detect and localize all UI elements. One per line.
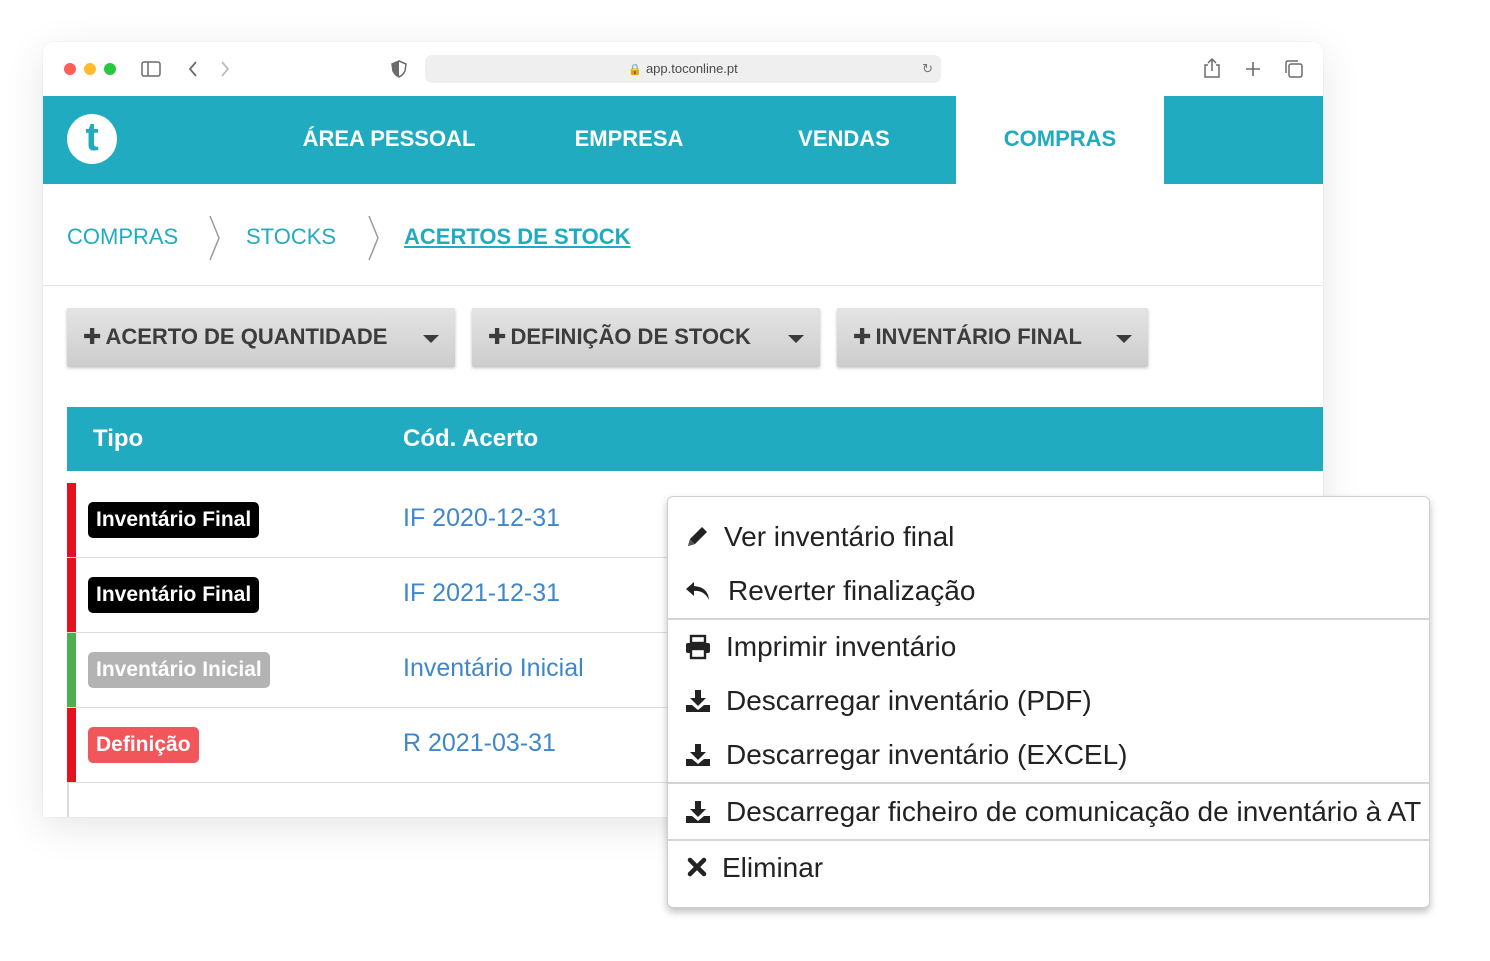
zoom-window-button[interactable] bbox=[104, 63, 116, 75]
menu-item-label: Imprimir inventário bbox=[726, 631, 957, 662]
column-header-tipo[interactable]: Tipo bbox=[93, 407, 143, 471]
browser-toolbar: 🔒 app.toconline.pt ↻ bbox=[43, 42, 1323, 96]
url-text: app.toconline.pt bbox=[645, 61, 738, 76]
new-tab-icon[interactable] bbox=[1244, 60, 1262, 78]
nav-vendas[interactable]: VENDAS bbox=[769, 96, 919, 184]
type-badge: Inventário Inicial bbox=[88, 652, 270, 688]
breadcrumb-separator-icon bbox=[209, 215, 220, 261]
menu-item-descarregar-pdf[interactable]: Descarregar inventário (PDF) bbox=[668, 675, 1429, 725]
status-bar bbox=[67, 633, 76, 707]
type-badge: Inventário Final bbox=[88, 502, 260, 538]
breadcrumb-separator-icon bbox=[368, 215, 379, 261]
breadcrumb-stocks[interactable]: STOCKS bbox=[246, 224, 336, 250]
caret-down-icon[interactable] bbox=[788, 335, 804, 343]
menu-item-imprimir-inventario[interactable]: Imprimir inventário bbox=[668, 621, 1429, 671]
toconline-logo[interactable]: t bbox=[67, 114, 117, 164]
menu-divider bbox=[668, 782, 1429, 784]
acerto-code-link[interactable]: R 2021-03-31 bbox=[403, 729, 556, 758]
share-icon[interactable] bbox=[1203, 57, 1221, 79]
reload-icon[interactable]: ↻ bbox=[922, 55, 933, 83]
menu-divider bbox=[668, 618, 1429, 620]
menu-item-eliminar[interactable]: Eliminar bbox=[668, 842, 1429, 892]
type-badge: Definição bbox=[88, 727, 199, 763]
close-icon bbox=[687, 857, 707, 877]
forward-icon[interactable] bbox=[219, 60, 231, 78]
add-acerto-quantidade-button[interactable]: ✚ ACERTO DE QUANTIDADE bbox=[67, 308, 455, 366]
nav-area-pessoal[interactable]: ÁREA PESSOAL bbox=[289, 96, 489, 184]
breadcrumb-acertos-de-stock[interactable]: ACERTOS DE STOCK bbox=[404, 224, 631, 250]
nav-compras[interactable]: COMPRAS bbox=[956, 96, 1164, 184]
plus-icon: ✚ bbox=[853, 324, 872, 349]
print-icon bbox=[686, 634, 710, 660]
type-badge: Inventário Final bbox=[88, 577, 260, 613]
nav-empresa[interactable]: EMPRESA bbox=[539, 96, 719, 184]
status-bar bbox=[67, 708, 76, 782]
column-header-cod-acerto[interactable]: Cód. Acerto bbox=[403, 407, 538, 471]
menu-item-label: Eliminar bbox=[722, 852, 824, 883]
main-navigation: t ÁREA PESSOAL EMPRESA VENDAS COMPRAS bbox=[43, 96, 1323, 184]
acerto-code-link[interactable]: IF 2020-12-31 bbox=[403, 504, 560, 533]
status-bar bbox=[67, 558, 76, 632]
plus-icon: ✚ bbox=[488, 324, 507, 349]
button-label: DEFINIÇÃO DE STOCK bbox=[510, 324, 751, 349]
download-icon bbox=[686, 801, 710, 823]
button-label: INVENTÁRIO FINAL bbox=[875, 324, 1082, 349]
menu-item-label: Reverter finalização bbox=[728, 575, 976, 606]
menu-item-label: Ver inventário final bbox=[724, 521, 955, 552]
menu-item-descarregar-excel[interactable]: Descarregar inventário (EXCEL) bbox=[668, 729, 1429, 779]
menu-item-descarregar-comunicacao-at[interactable]: Descarregar ficheiro de comunicação de i… bbox=[668, 786, 1429, 836]
add-inventario-final-button[interactable]: ✚ INVENTÁRIO FINAL bbox=[837, 308, 1148, 366]
undo-icon bbox=[686, 582, 709, 600]
plus-icon: ✚ bbox=[83, 324, 102, 349]
button-label: ACERTO DE QUANTIDADE bbox=[105, 324, 388, 349]
tabs-overview-icon[interactable] bbox=[1284, 59, 1304, 79]
table-border bbox=[67, 783, 69, 817]
menu-item-label: Descarregar inventário (EXCEL) bbox=[726, 739, 1128, 770]
breadcrumb: COMPRAS STOCKS ACERTOS DE STOCK bbox=[43, 184, 1323, 286]
caret-down-icon[interactable] bbox=[423, 335, 439, 343]
address-bar[interactable]: 🔒 app.toconline.pt ↻ bbox=[425, 55, 941, 83]
acerto-code-link[interactable]: Inventário Inicial bbox=[403, 654, 584, 683]
menu-item-reverter-finalizacao[interactable]: Reverter finalização bbox=[668, 565, 1429, 615]
minimize-window-button[interactable] bbox=[84, 63, 96, 75]
caret-down-icon[interactable] bbox=[1116, 335, 1132, 343]
menu-item-label: Descarregar ficheiro de comunicação de i… bbox=[726, 796, 1422, 827]
download-icon bbox=[686, 690, 710, 712]
lock-icon: 🔒 bbox=[628, 64, 642, 76]
menu-item-label: Descarregar inventário (PDF) bbox=[726, 685, 1092, 716]
back-icon[interactable] bbox=[187, 60, 199, 78]
menu-divider bbox=[668, 839, 1429, 841]
acerto-code-link[interactable]: IF 2021-12-31 bbox=[403, 579, 560, 608]
breadcrumb-compras[interactable]: COMPRAS bbox=[67, 224, 178, 250]
privacy-shield-icon[interactable] bbox=[391, 60, 407, 78]
pencil-icon bbox=[688, 527, 707, 546]
close-window-button[interactable] bbox=[64, 63, 76, 75]
table-header: Tipo Cód. Acerto bbox=[67, 407, 1323, 471]
download-icon bbox=[686, 744, 710, 766]
sidebar-icon[interactable] bbox=[141, 60, 161, 78]
menu-item-ver-inventario-final[interactable]: Ver inventário final bbox=[668, 511, 1429, 561]
add-definicao-stock-button[interactable]: ✚ DEFINIÇÃO DE STOCK bbox=[472, 308, 820, 366]
status-bar bbox=[67, 483, 76, 557]
context-menu: Ver inventário final Reverter finalizaçã… bbox=[667, 496, 1430, 908]
